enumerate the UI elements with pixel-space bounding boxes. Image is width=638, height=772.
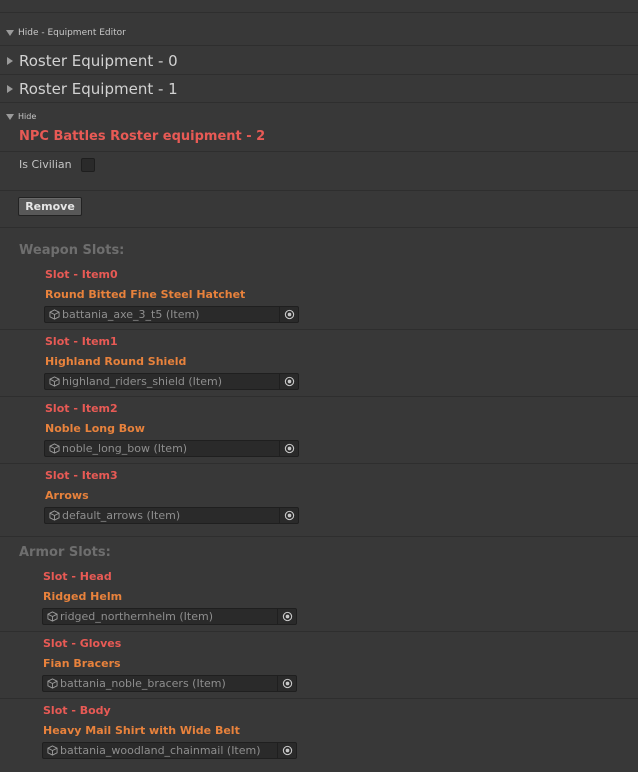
item-object-value: ridged_northernhelm (Item) [60, 610, 214, 623]
item-name: Heavy Mail Shirt with Wide Belt [43, 724, 240, 737]
cube-icon [46, 677, 59, 690]
slot-label: Slot - Gloves [43, 637, 122, 650]
divider [0, 463, 638, 464]
item-object-value: battania_noble_bracers (Item) [60, 677, 226, 690]
target-picker-icon[interactable] [279, 441, 298, 456]
item-name: Noble Long Bow [45, 422, 145, 435]
target-picker-icon[interactable] [279, 508, 298, 523]
divider [0, 151, 638, 152]
cube-icon [46, 610, 59, 623]
hide-foldout[interactable]: Hide [6, 112, 36, 121]
item-name: Round Bitted Fine Steel Hatchet [45, 288, 246, 301]
divider [0, 631, 638, 632]
item-object-field[interactable]: highland_riders_shield (Item) [44, 373, 299, 390]
target-picker-icon[interactable] [277, 676, 296, 691]
equipment-editor-foldout-label: Hide - Equipment Editor [18, 28, 126, 38]
item-name: Fian Bracers [43, 657, 121, 670]
cube-icon [48, 308, 61, 321]
cube-icon [48, 375, 61, 388]
item-object-field[interactable]: ridged_northernhelm (Item) [42, 608, 297, 625]
item-object-field[interactable]: battania_axe_3_t5 (Item) [44, 306, 299, 323]
divider [0, 698, 638, 699]
target-picker-icon[interactable] [277, 743, 296, 758]
item-object-value: default_arrows (Item) [62, 509, 181, 522]
cube-icon [48, 442, 61, 455]
slot-label: Slot - Item0 [45, 268, 118, 281]
item-name: Arrows [45, 489, 89, 502]
divider [0, 190, 638, 191]
slot-label: Slot - Item2 [45, 402, 118, 415]
hide-label: Hide [18, 112, 37, 121]
is-civilian-checkbox[interactable] [81, 158, 95, 172]
item-object-value: highland_riders_shield (Item) [62, 375, 222, 388]
slot-label: Slot - Item3 [45, 469, 118, 482]
item-object-value: battania_woodland_chainmail (Item) [60, 744, 261, 757]
divider [0, 227, 638, 228]
roster-title: NPC Battles Roster equipment - 2 [19, 129, 266, 144]
item-name: Highland Round Shield [45, 355, 187, 368]
is-civilian-label: Is Civilian [19, 158, 72, 171]
equipment-editor-foldout[interactable]: Hide - Equipment Editor [6, 28, 126, 38]
slot-label: Slot - Head [43, 570, 112, 583]
top-divider [0, 12, 638, 13]
item-name: Ridged Helm [43, 590, 123, 603]
divider [0, 45, 638, 46]
item-object-value: battania_axe_3_t5 (Item) [62, 308, 200, 321]
weapon-slots-header: Weapon Slots: [19, 243, 125, 258]
remove-button[interactable]: Remove [18, 197, 82, 216]
target-picker-icon[interactable] [279, 307, 298, 322]
item-object-field[interactable]: battania_noble_bracers (Item) [42, 675, 297, 692]
divider [0, 102, 638, 103]
target-picker-icon[interactable] [279, 374, 298, 389]
roster-foldout-0[interactable]: Roster Equipment - 0 [6, 52, 178, 70]
triangle-down-icon [6, 113, 14, 120]
divider [0, 74, 638, 75]
item-object-field[interactable]: battania_woodland_chainmail (Item) [42, 742, 297, 759]
item-object-field[interactable]: noble_long_bow (Item) [44, 440, 299, 457]
item-object-field[interactable]: default_arrows (Item) [44, 507, 299, 524]
item-object-value: noble_long_bow (Item) [62, 442, 188, 455]
cube-icon [48, 509, 61, 522]
cube-icon [46, 744, 59, 757]
slot-label: Slot - Body [43, 704, 111, 717]
roster-foldout-1[interactable]: Roster Equipment - 1 [6, 80, 178, 98]
triangle-right-icon [7, 57, 13, 65]
triangle-right-icon [7, 85, 13, 93]
armor-slots-header: Armor Slots: [19, 545, 111, 560]
slot-label: Slot - Item1 [45, 335, 118, 348]
divider [0, 329, 638, 330]
target-picker-icon[interactable] [277, 609, 296, 624]
divider [0, 536, 638, 537]
triangle-down-icon [6, 30, 14, 36]
roster-label: Roster Equipment - 0 [19, 52, 178, 70]
divider [0, 396, 638, 397]
roster-label: Roster Equipment - 1 [19, 80, 178, 98]
